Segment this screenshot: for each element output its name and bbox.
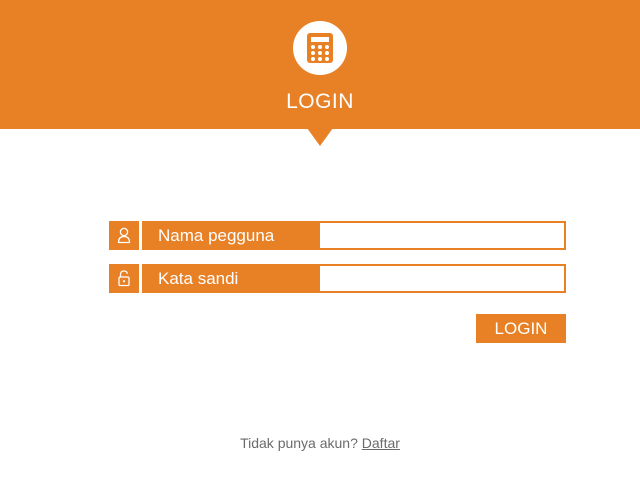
password-row: Kata sandi: [109, 264, 566, 293]
username-input[interactable]: [320, 221, 566, 250]
page-title: LOGIN: [286, 90, 354, 113]
login-page: LOGIN Nama pegguna Kata sandi LOGIN Tida…: [0, 0, 640, 480]
calculator-icon: [293, 21, 347, 75]
login-button[interactable]: LOGIN: [476, 314, 566, 343]
username-row: Nama pegguna: [109, 221, 566, 250]
header-banner: LOGIN: [0, 0, 640, 129]
password-input[interactable]: [320, 264, 566, 293]
header-pointer: [307, 128, 333, 146]
lock-icon: [109, 264, 139, 293]
register-link[interactable]: Daftar: [362, 435, 400, 451]
register-prompt-text: Tidak punya akun?: [240, 435, 358, 451]
password-label: Kata sandi: [142, 264, 320, 293]
register-prompt: Tidak punya akun? Daftar: [0, 435, 640, 451]
username-label: Nama pegguna: [142, 221, 320, 250]
user-icon: [109, 221, 139, 250]
